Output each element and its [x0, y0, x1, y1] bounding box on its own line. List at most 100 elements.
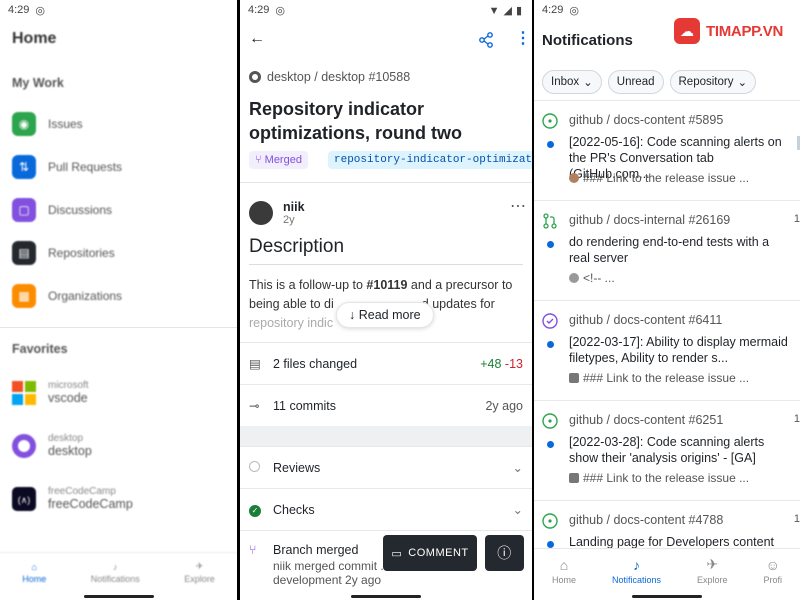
- branch-label[interactable]: repository-indicator-optimizati: [328, 151, 532, 169]
- filter-unread[interactable]: Unread: [607, 70, 664, 94]
- divider: [240, 182, 532, 183]
- toolbar: ← ⋮: [240, 28, 532, 54]
- share-icon[interactable]: [478, 32, 494, 48]
- gesture-bar: [351, 595, 421, 598]
- menu-item-discussions[interactable]: ▢ Discussions: [12, 198, 112, 222]
- notification-item[interactable]: github / docs-content #6411 [2022-03-17]…: [534, 300, 800, 400]
- favorite-freecodecamp[interactable]: (∧) freeCodeCamp freeCodeCamp: [12, 486, 133, 511]
- avatar: [569, 173, 579, 183]
- nav-explore[interactable]: ✈ Explore: [184, 561, 215, 584]
- chevron-down-icon: ⌄: [583, 77, 593, 89]
- nav-label: Home: [551, 574, 576, 585]
- pull-request-screen: 4:29 ◎ ▼ ◢ ▮ ← ⋮ desktop / desktop #10588 …: [240, 0, 532, 600]
- person-icon: ☺: [765, 556, 780, 573]
- issues-icon: ◉: [12, 112, 36, 136]
- reviews-row[interactable]: Reviews ⌄: [240, 446, 532, 488]
- unread-dot: [547, 141, 554, 148]
- commits-row[interactable]: ⊸ 11 commits 2y ago: [240, 384, 532, 426]
- menu-item-repositories[interactable]: ▤ Repositories: [12, 241, 115, 265]
- body-text: This is a follow-up to: [249, 278, 367, 292]
- back-arrow-icon[interactable]: ←: [249, 30, 265, 48]
- issue-link[interactable]: #10119: [366, 278, 407, 292]
- notifications-screen: 4:29 ◎ Notifications ☁ TIMAPP.VN Inbox ⌄ …: [534, 0, 800, 600]
- nav-home[interactable]: ⌂ Home: [552, 557, 576, 585]
- notification-source: github / docs-internal #26169: [569, 213, 731, 227]
- repo-path[interactable]: desktop / desktop #10588: [249, 70, 410, 84]
- status-bar: 4:29 ◎: [534, 0, 800, 20]
- status-badge-label: Merged: [264, 154, 302, 166]
- files-changed-label: 2 files changed: [273, 356, 358, 371]
- file-diff-icon: ▤: [249, 357, 261, 371]
- body-text: being able to di: [249, 297, 334, 311]
- avatar: [569, 473, 579, 483]
- additions-count: +48: [480, 356, 502, 371]
- more-vert-icon[interactable]: ⋮: [515, 28, 531, 48]
- nav-profile[interactable]: ☺ Profi: [763, 557, 782, 585]
- favorite-owner: microsoft: [48, 380, 89, 391]
- favorite-desktop[interactable]: desktop desktop: [12, 433, 92, 458]
- info-button[interactable]: ⓘ: [485, 535, 524, 571]
- favorites-heading: Favorites: [12, 342, 68, 356]
- favorite-name: desktop: [48, 444, 92, 458]
- author[interactable]: niik 2y: [249, 200, 305, 226]
- issue-open-icon: [542, 413, 558, 429]
- unread-dot: [547, 341, 554, 348]
- notification-title: [2022-03-17]: Ability to display mermaid…: [569, 335, 788, 365]
- favorite-name: freeCodeCamp: [48, 497, 133, 511]
- comment-label: COMMENT: [408, 547, 469, 559]
- filter-repository[interactable]: Repository ⌄: [669, 70, 757, 94]
- notification-source: github / docs-content #4788: [569, 513, 724, 527]
- notification-item[interactable]: github / docs-content #6251 [2022-03-28]…: [534, 400, 800, 500]
- unread-dot: [547, 241, 554, 248]
- desktop-logo-icon: [12, 433, 36, 458]
- checks-row[interactable]: ✓ Checks ⌄: [240, 488, 532, 530]
- info-icon: ⓘ: [497, 545, 512, 561]
- menu-item-pull-requests[interactable]: ⇅ Pull Requests: [12, 155, 122, 179]
- nav-home[interactable]: ⌂ Home: [22, 562, 46, 584]
- notification-preview: <!-- ...: [569, 271, 615, 285]
- files-changed-row[interactable]: ▤ 2 files changed +48 -13: [240, 342, 532, 384]
- svg-text:(∧): (∧): [18, 495, 31, 505]
- reviews-label: Reviews: [273, 460, 321, 475]
- commits-age: 2y ago: [485, 398, 523, 413]
- status-time: 4:29: [8, 4, 30, 16]
- page-title: Notifications: [542, 32, 633, 49]
- menu-item-organizations[interactable]: ▦ Organizations: [12, 284, 122, 308]
- edge-text: 1: [793, 213, 800, 225]
- nav-notifications[interactable]: ♪ Notifications: [91, 562, 140, 584]
- menu-label: Organizations: [48, 289, 123, 303]
- nav-label: Profi: [763, 574, 782, 585]
- telescope-icon: ✈: [706, 556, 719, 572]
- nav-notifications[interactable]: ♪ Notifications: [612, 557, 661, 585]
- freecodecamp-logo-icon: (∧): [12, 486, 36, 511]
- favorite-owner: freeCodeCamp: [48, 486, 116, 497]
- comment-button[interactable]: ▭ COMMENT: [383, 535, 477, 571]
- gesture-bar: [83, 595, 154, 598]
- sync-icon: ◎: [275, 4, 286, 17]
- read-more-button[interactable]: ↓ Read more: [336, 302, 434, 328]
- notification-item[interactable]: github / docs-internal #26169 do renderi…: [534, 200, 800, 300]
- repo-path-text: desktop / desktop #10588: [267, 70, 411, 84]
- section-gap: [240, 426, 532, 446]
- body-text: and a precursor to: [407, 278, 513, 292]
- author-name: niik: [283, 200, 305, 214]
- my-work-heading: My Work: [12, 76, 64, 90]
- more-horiz-icon[interactable]: ⋯: [510, 196, 526, 216]
- discussions-icon: ▢: [12, 198, 36, 222]
- body-text: repository indic: [249, 316, 334, 330]
- filter-label: Unread: [616, 76, 655, 88]
- notification-item[interactable]: github / docs-content #5895 [2022-05-16]…: [534, 100, 800, 200]
- nav-label: Notifications: [90, 573, 140, 584]
- nav-explore[interactable]: ✈ Explore: [697, 556, 728, 585]
- preview-text: <!-- ...: [583, 271, 615, 285]
- filter-bar: Inbox ⌄ Unread Repository ⌄: [542, 70, 757, 94]
- organizations-icon: ▦: [12, 284, 36, 308]
- favorite-vscode[interactable]: microsoft vscode: [12, 380, 89, 405]
- nav-label: Explore: [696, 575, 728, 585]
- filter-inbox[interactable]: Inbox ⌄: [542, 70, 602, 94]
- issue-open-icon: [542, 513, 558, 529]
- sync-icon: ◎: [569, 4, 580, 17]
- notification-title: do rendering end-to-end tests with a rea…: [569, 235, 770, 265]
- menu-item-issues[interactable]: ◉ Issues: [12, 112, 83, 136]
- home-icon: ⌂: [559, 556, 569, 573]
